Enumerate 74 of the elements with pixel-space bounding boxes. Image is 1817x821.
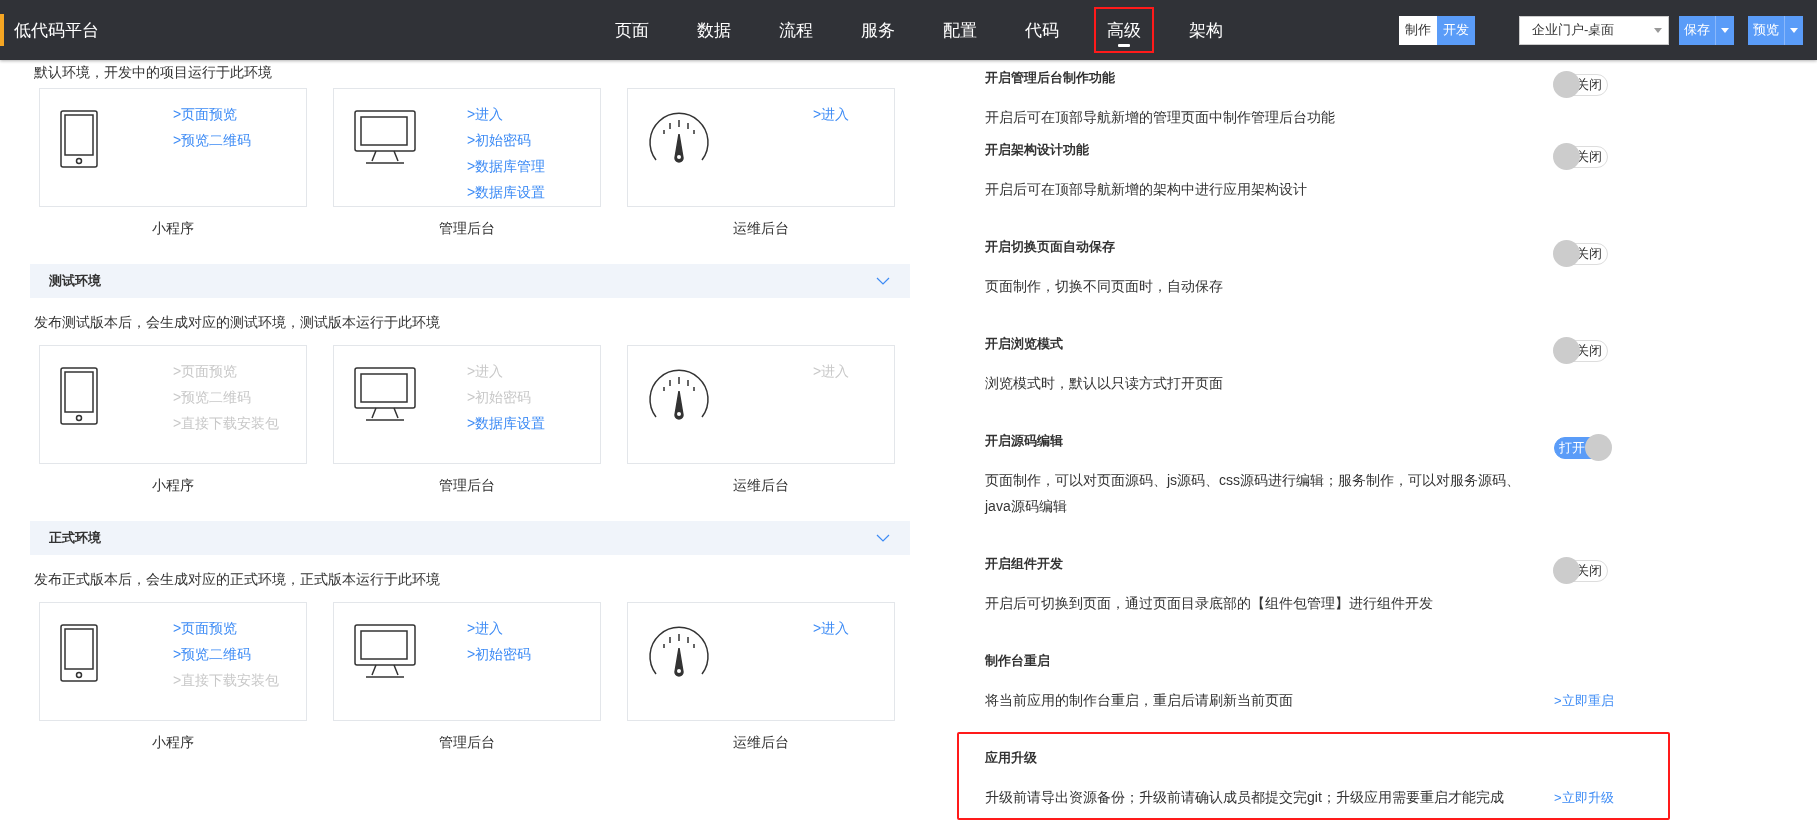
setting-title: 应用升级: [985, 749, 1038, 767]
nav-tab[interactable]: 服务: [848, 7, 908, 53]
card-link[interactable]: >进入: [813, 104, 894, 124]
card-link[interactable]: >初始密码: [467, 130, 600, 150]
caret-icon[interactable]: [1721, 27, 1729, 33]
card-label: 管理后台: [439, 220, 495, 238]
nav-tab[interactable]: 数据: [684, 7, 744, 53]
tablet-icon: [60, 624, 98, 682]
nav-tab[interactable]: 配置: [930, 7, 990, 53]
card-link[interactable]: >进入: [467, 618, 600, 638]
tablet-icon: [60, 367, 98, 425]
card-label: 小程序: [152, 734, 194, 752]
setting-title: 开启管理后台制作功能: [985, 69, 1116, 87]
setting-title: 开启架构设计功能: [985, 141, 1090, 159]
caret-icon[interactable]: [1654, 27, 1662, 33]
card-label: 管理后台: [439, 734, 495, 752]
nav-tab[interactable]: 高级: [1094, 7, 1154, 53]
section-description: 发布测试版本后，会生成对应的测试环境，测试版本运行于此环境: [33, 313, 441, 332]
app-title: 低代码平台: [14, 19, 99, 42]
logo-mark: [0, 14, 4, 46]
card-link[interactable]: >数据库管理: [467, 156, 600, 176]
card-label: 小程序: [152, 477, 194, 495]
card-link[interactable]: >进入: [813, 618, 894, 638]
card-link[interactable]: >初始密码: [467, 644, 600, 664]
nav-tab[interactable]: 代码: [1012, 7, 1072, 53]
gauge-icon: [648, 110, 710, 164]
card-link[interactable]: >数据库设置: [467, 182, 600, 202]
caret-icon[interactable]: [1790, 27, 1798, 33]
monitor-icon: [354, 367, 416, 423]
setting-description: 开启后可切换到页面，通过页面目录底部的【组件包管理】进行组件开发: [985, 594, 1434, 613]
setting-description: 开启后可在顶部导航新增的架构中进行应用架构设计: [985, 180, 1308, 199]
nav-tab[interactable]: 页面: [602, 7, 662, 53]
card-label: 管理后台: [439, 477, 495, 495]
action-link[interactable]: >立即升级: [1554, 789, 1642, 807]
setting-description: 页面制作，切换不同页面时，自动保存: [985, 277, 1224, 296]
card-link[interactable]: >预览二维码: [173, 130, 306, 150]
setting-title: 开启切换页面自动保存: [985, 238, 1116, 256]
mode-tab[interactable]: 开发: [1437, 15, 1475, 45]
card-link[interactable]: >页面预览: [173, 104, 306, 124]
card-link[interactable]: >预览二维码: [173, 644, 306, 664]
section-header[interactable]: 正式环境: [30, 521, 910, 555]
setting-title: 开启浏览模式: [985, 335, 1064, 353]
section-title: 测试环境: [49, 272, 101, 290]
gauge-icon: [648, 367, 710, 421]
setting-title: 开启源码编辑: [985, 432, 1064, 450]
app-select[interactable]: 企业门户-桌面: [1519, 15, 1669, 45]
card-label: 运维后台: [733, 734, 789, 752]
tablet-icon: [60, 110, 98, 168]
monitor-icon: [354, 110, 416, 166]
setting-description: 开启后可在顶部导航新增的管理页面中制作管理后台功能: [985, 108, 1336, 127]
gauge-icon: [648, 624, 710, 678]
mode-tab[interactable]: 制作: [1399, 15, 1437, 45]
setting-description: 浏览模式时，默认以只读方式打开页面: [985, 374, 1224, 393]
card-label: 运维后台: [733, 477, 789, 495]
section-header[interactable]: 测试环境: [30, 264, 910, 298]
setting-title: 制作台重启: [985, 652, 1051, 670]
setting-title: 开启组件开发: [985, 555, 1064, 573]
card-link[interactable]: >页面预览: [173, 618, 306, 638]
card-link[interactable]: >数据库设置: [467, 413, 600, 433]
chevron-down-icon[interactable]: [876, 534, 890, 542]
monitor-icon: [354, 624, 416, 680]
nav-tab[interactable]: 流程: [766, 7, 826, 53]
section-title: 正式环境: [49, 529, 101, 547]
setting-description: 升级前请导出资源备份；升级前请确认成员都提交完git；升级应用需要重启才能完成: [985, 788, 1505, 807]
action-link[interactable]: >立即重启: [1554, 692, 1642, 710]
card-label: 运维后台: [733, 220, 789, 238]
card-label: 小程序: [152, 220, 194, 238]
chevron-down-icon[interactable]: [876, 277, 890, 285]
nav-tab[interactable]: 架构: [1176, 7, 1236, 53]
setting-description: 将当前应用的制作台重启，重启后请刷新当前页面: [985, 691, 1294, 710]
setting-description: 页面制作，可以对页面源码、js源码、css源码进行编辑；服务制作，可以对服务源码、java源码编辑: [985, 471, 1522, 516]
section-description: 默认环境，开发中的项目运行于此环境: [33, 63, 273, 82]
section-description: 发布正式版本后，会生成对应的正式环境，正式版本运行于此环境: [33, 570, 441, 589]
card-link[interactable]: >进入: [467, 104, 600, 124]
